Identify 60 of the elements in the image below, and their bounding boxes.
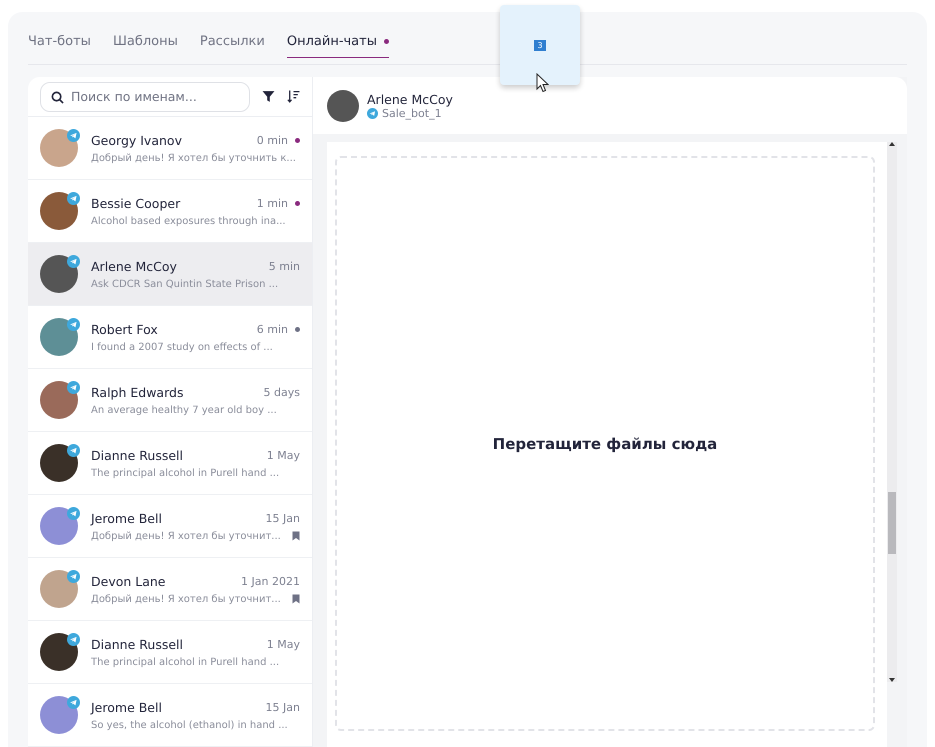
contact-name: Dianne Russell: [91, 636, 183, 652]
message-time: 5 days: [264, 386, 300, 398]
message-time: 5 min: [268, 260, 300, 272]
sort-icon[interactable]: [287, 90, 300, 103]
message-time: 1 min: [256, 196, 288, 210]
contact-name: Arlene McCoy: [91, 258, 177, 274]
scroll-up-icon[interactable]: [889, 142, 895, 146]
bot-name: Sale_bot_1: [382, 106, 442, 120]
message-preview: Добрый день! Я хотел бы уточнит...: [91, 530, 281, 542]
telegram-icon: [67, 129, 80, 142]
message-time: 15 Jan: [266, 512, 300, 524]
tab[interactable]: Рассылки: [200, 32, 265, 57]
tab[interactable]: Шаблоны: [112, 32, 178, 57]
contact-name: Ralph Edwards: [91, 384, 184, 400]
contact-name: Georgy Ivanov: [91, 132, 182, 148]
telegram-icon: [67, 696, 80, 709]
telegram-icon: [67, 570, 80, 583]
telegram-icon: [67, 381, 80, 394]
contact-name: Jerome Bell: [91, 700, 162, 714]
message-preview: An average healthy 7 year old boy ...: [91, 404, 277, 416]
contact-name: Dianne Russell: [91, 448, 183, 462]
message-time: 1 Jan 2021: [241, 574, 300, 588]
telegram-icon: [67, 444, 80, 457]
contact-name: Devon Lane: [91, 574, 166, 588]
message-time: 6 min: [256, 322, 288, 336]
tab[interactable]: Онлайн-чаты: [286, 32, 389, 58]
contact-name: Robert Fox: [91, 322, 158, 336]
file-drop-zone[interactable]: Перетащите файлы сюда: [335, 156, 875, 731]
message-preview: The principal alcohol in Purell hand ...: [91, 468, 280, 478]
scrollbar-thumb[interactable]: [888, 492, 896, 554]
scroll-down-icon[interactable]: [889, 678, 895, 682]
telegram-icon: [367, 108, 378, 118]
telegram-icon: [67, 318, 80, 331]
telegram-icon: [67, 255, 80, 268]
message-preview: Alcohol based exposures through ina...: [91, 216, 286, 226]
message-preview: I found a 2007 study on effects of ...: [91, 342, 273, 352]
chat-list-item[interactable]: Arlene McCoy 5 min Ask CDCR San Quintin State Prison ...: [28, 243, 312, 306]
contact-name: Arlene McCoy: [367, 92, 453, 106]
filter-icon[interactable]: [262, 90, 275, 103]
message-preview: So yes, the alcohol (ethanol) in hand ...: [91, 720, 288, 730]
file-count-badge: 3: [534, 40, 546, 50]
search-icon: [51, 90, 64, 104]
message-time: 0 min: [256, 134, 288, 146]
telegram-icon: [67, 633, 80, 646]
avatar: [327, 90, 359, 122]
scrollbar[interactable]: [887, 142, 897, 682]
tab[interactable]: Чат-боты: [28, 32, 91, 57]
message-preview: Ask CDCR San Quintin State Prison ...: [91, 278, 278, 290]
contact-name: Bessie Cooper: [91, 196, 180, 210]
telegram-icon: [67, 507, 80, 520]
drop-zone-label: Перетащите файлы сюда: [492, 434, 718, 452]
message-time: 1 May: [266, 638, 300, 650]
message-time: 15 Jan: [266, 700, 300, 714]
message-preview: Добрый день! Я хотел бы уточнит...: [91, 594, 281, 604]
message-time: 1 May: [266, 448, 300, 462]
telegram-icon: [67, 192, 80, 205]
message-preview: The principal alcohol in Purell hand ...: [91, 656, 280, 668]
contact-name: Jerome Bell: [91, 510, 162, 526]
message-preview: Добрый день! Я хотел бы уточнить к...: [91, 152, 296, 164]
search-field[interactable]: Поиск по именам...: [40, 82, 250, 112]
